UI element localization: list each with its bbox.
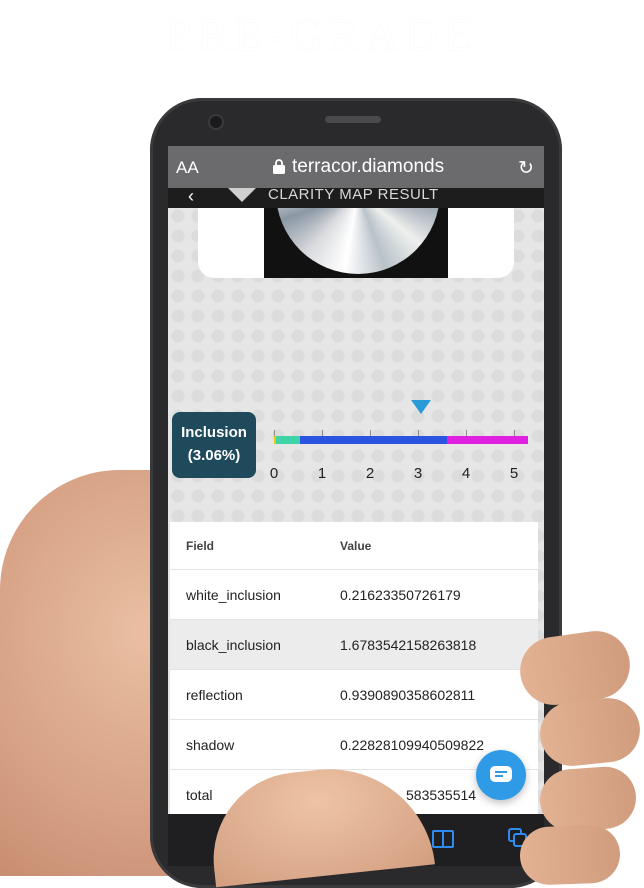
row-value: 583535514 bbox=[406, 787, 477, 803]
reload-icon[interactable]: ↻ bbox=[518, 157, 534, 180]
inclusion-scale: 0 1 2 3 4 5 bbox=[270, 390, 534, 482]
row-value: 0.22828109940509822 bbox=[340, 737, 485, 753]
lock-icon bbox=[273, 159, 285, 174]
header-field: Field bbox=[186, 539, 215, 553]
diamond-image bbox=[264, 208, 448, 278]
inclusion-label: Inclusion bbox=[181, 424, 247, 441]
finger bbox=[537, 764, 639, 834]
row-value: 0.9390890358602811 bbox=[340, 687, 476, 703]
app-header: ‹ CLARITY MAP RESULT bbox=[168, 188, 544, 208]
table-row: reflection 0.9390890358602811 bbox=[170, 669, 538, 719]
scale-tick bbox=[322, 430, 323, 436]
scale-tick-label: 3 bbox=[413, 465, 423, 482]
scale-tick bbox=[418, 430, 419, 436]
table-row: black_inclusion 1.6783542158263818 bbox=[170, 619, 538, 669]
scale-segment bbox=[300, 436, 447, 444]
scale-tick-label: 0 bbox=[269, 465, 279, 482]
row-field: black_inclusion bbox=[186, 637, 281, 653]
scale-tick bbox=[370, 430, 371, 436]
table-header-row: Field Value bbox=[170, 522, 538, 569]
row-field: total bbox=[186, 787, 213, 803]
inclusion-badge: Inclusion (3.06%) bbox=[172, 412, 256, 478]
page-title: CLARITY MAP RESULT bbox=[268, 188, 439, 203]
scale-tick bbox=[466, 430, 467, 436]
scale-tick bbox=[274, 430, 275, 436]
text-size-button[interactable]: AA bbox=[176, 158, 199, 178]
finger bbox=[519, 824, 621, 886]
row-field: reflection bbox=[186, 687, 243, 703]
camera-icon bbox=[210, 116, 222, 128]
row-field: shadow bbox=[186, 737, 235, 753]
scale-tick-label: 1 bbox=[317, 465, 327, 482]
scale-segment bbox=[446, 436, 529, 444]
row-value: 0.21623350726179 bbox=[340, 587, 461, 603]
scale-tick-label: 2 bbox=[365, 465, 375, 482]
scale-tick bbox=[514, 430, 515, 436]
chat-button[interactable] bbox=[476, 750, 526, 800]
row-value: 1.6783542158263818 bbox=[340, 637, 477, 653]
diamond-logo-icon bbox=[226, 188, 258, 202]
phone-screen: AA terracor.diamonds ↻ ‹ CLARITY MAP RES… bbox=[168, 146, 544, 866]
header-value: Value bbox=[340, 539, 372, 553]
phone-frame: AA terracor.diamonds ↻ ‹ CLARITY MAP RES… bbox=[150, 98, 562, 888]
brand-title: PRE-GRADE bbox=[165, 9, 479, 60]
speaker-grille bbox=[325, 116, 381, 123]
scale-segment bbox=[276, 436, 301, 444]
row-field: white_inclusion bbox=[186, 587, 281, 603]
inclusion-value: (3.06%) bbox=[187, 447, 241, 464]
scale-tick-label: 4 bbox=[461, 465, 471, 482]
table-row: white_inclusion 0.21623350726179 bbox=[170, 569, 538, 619]
chat-bubble-icon bbox=[490, 766, 512, 782]
back-arrow-icon[interactable]: ‹ bbox=[188, 188, 194, 207]
text-size-label: AA bbox=[176, 158, 199, 177]
scale-tick-label: 5 bbox=[509, 465, 519, 482]
diamond-stone bbox=[276, 208, 440, 274]
url-text[interactable]: terracor.diamonds bbox=[292, 156, 444, 178]
scale-marker-icon bbox=[410, 400, 431, 414]
browser-address-bar[interactable]: AA terracor.diamonds ↻ bbox=[168, 146, 544, 188]
book-icon[interactable] bbox=[432, 830, 454, 848]
